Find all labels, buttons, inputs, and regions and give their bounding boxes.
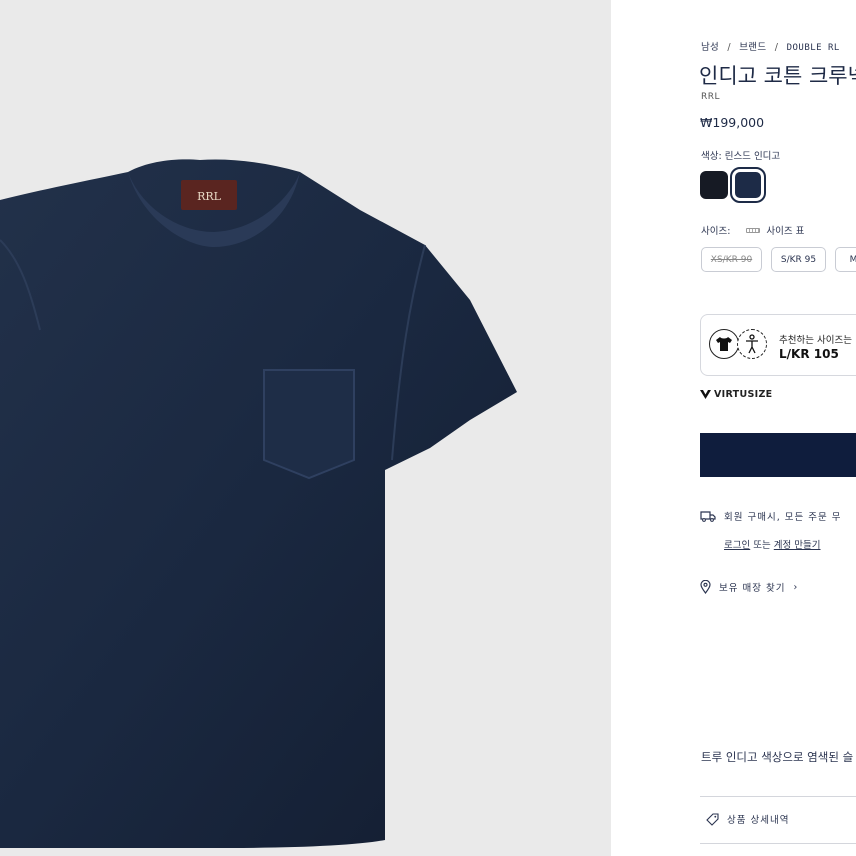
shipping-text: 회원 구매시, 모든 주문 무 — [724, 512, 842, 523]
find-store-text: 보유 매장 찾기 — [719, 583, 786, 594]
product-image: RRL — [0, 159, 517, 848]
product-info-panel: 남성 / 브랜드 / DOUBLE RL 인디고 코튼 크루넥 RRL ₩199… — [611, 0, 856, 856]
virtusize-v-icon — [700, 390, 711, 399]
product-price: ₩199,000 — [700, 115, 765, 130]
color-label: 색상: 린스드 인디고 — [701, 151, 781, 162]
product-description: 트루 인디고 색상으로 염색된 슬 — [701, 750, 854, 764]
recommended-size: L/KR 105 — [779, 347, 839, 361]
size-option-xs-unavailable[interactable]: XS/KR 90 — [701, 247, 762, 272]
shirt-pocket — [263, 369, 355, 480]
svg-text:RRL: RRL — [197, 190, 222, 203]
virtusize-recommendation[interactable]: 추천하는 사이즈는 L/KR 105 — [700, 314, 856, 376]
body-icon — [737, 329, 767, 359]
virtusize-logo-text: VIRTUSIZE — [714, 389, 773, 400]
shipping-info: 회원 구매시, 모든 주문 무 — [700, 509, 842, 523]
shirt-icon — [709, 329, 739, 359]
shirt-body — [0, 159, 517, 848]
size-row: 사이즈: 사이즈 표 — [701, 223, 804, 237]
divider — [700, 796, 856, 797]
login-row: 로그인 또는 계정 만들기 — [724, 537, 821, 551]
virtusize-logo: VIRTUSIZE — [700, 389, 772, 400]
location-pin-icon — [700, 580, 711, 594]
product-brand[interactable]: RRL — [701, 92, 720, 102]
tag-icon — [706, 812, 719, 826]
breadcrumb-separator: / — [774, 42, 779, 53]
chevron-right-icon: › — [793, 581, 799, 593]
size-option-m[interactable]: M/ — [835, 247, 856, 272]
or-text: 또는 — [753, 540, 771, 551]
color-swatch-black[interactable] — [700, 171, 728, 199]
product-details-toggle[interactable]: 상품 상세내역 — [706, 812, 789, 826]
product-title: 인디고 코튼 크루넥 — [699, 64, 856, 88]
size-chart-link[interactable]: 사이즈 표 — [766, 223, 804, 237]
add-to-bag-button[interactable] — [700, 433, 856, 477]
find-store-link[interactable]: 보유 매장 찾기 › — [700, 580, 798, 594]
recommend-label: 추천하는 사이즈는 — [779, 335, 852, 346]
color-swatch-indigo-selected[interactable] — [730, 167, 766, 203]
ruler-icon — [746, 227, 761, 233]
breadcrumb-brands[interactable]: 브랜드 — [739, 42, 766, 53]
product-image-panel[interactable]: RRL — [0, 0, 611, 856]
login-link[interactable]: 로그인 — [724, 540, 750, 551]
breadcrumb-separator: / — [727, 42, 731, 53]
breadcrumb-men[interactable]: 남성 — [701, 42, 719, 53]
breadcrumb: 남성 / 브랜드 / DOUBLE RL — [701, 39, 840, 53]
size-option-s[interactable]: S/KR 95 — [771, 247, 826, 272]
truck-icon — [700, 510, 716, 522]
divider — [700, 843, 856, 844]
product-details-label: 상품 상세내역 — [727, 815, 790, 826]
breadcrumb-double-rl[interactable]: DOUBLE RL — [787, 43, 840, 53]
signup-link[interactable]: 계정 만들기 — [774, 540, 821, 551]
size-label: 사이즈: — [701, 226, 731, 237]
